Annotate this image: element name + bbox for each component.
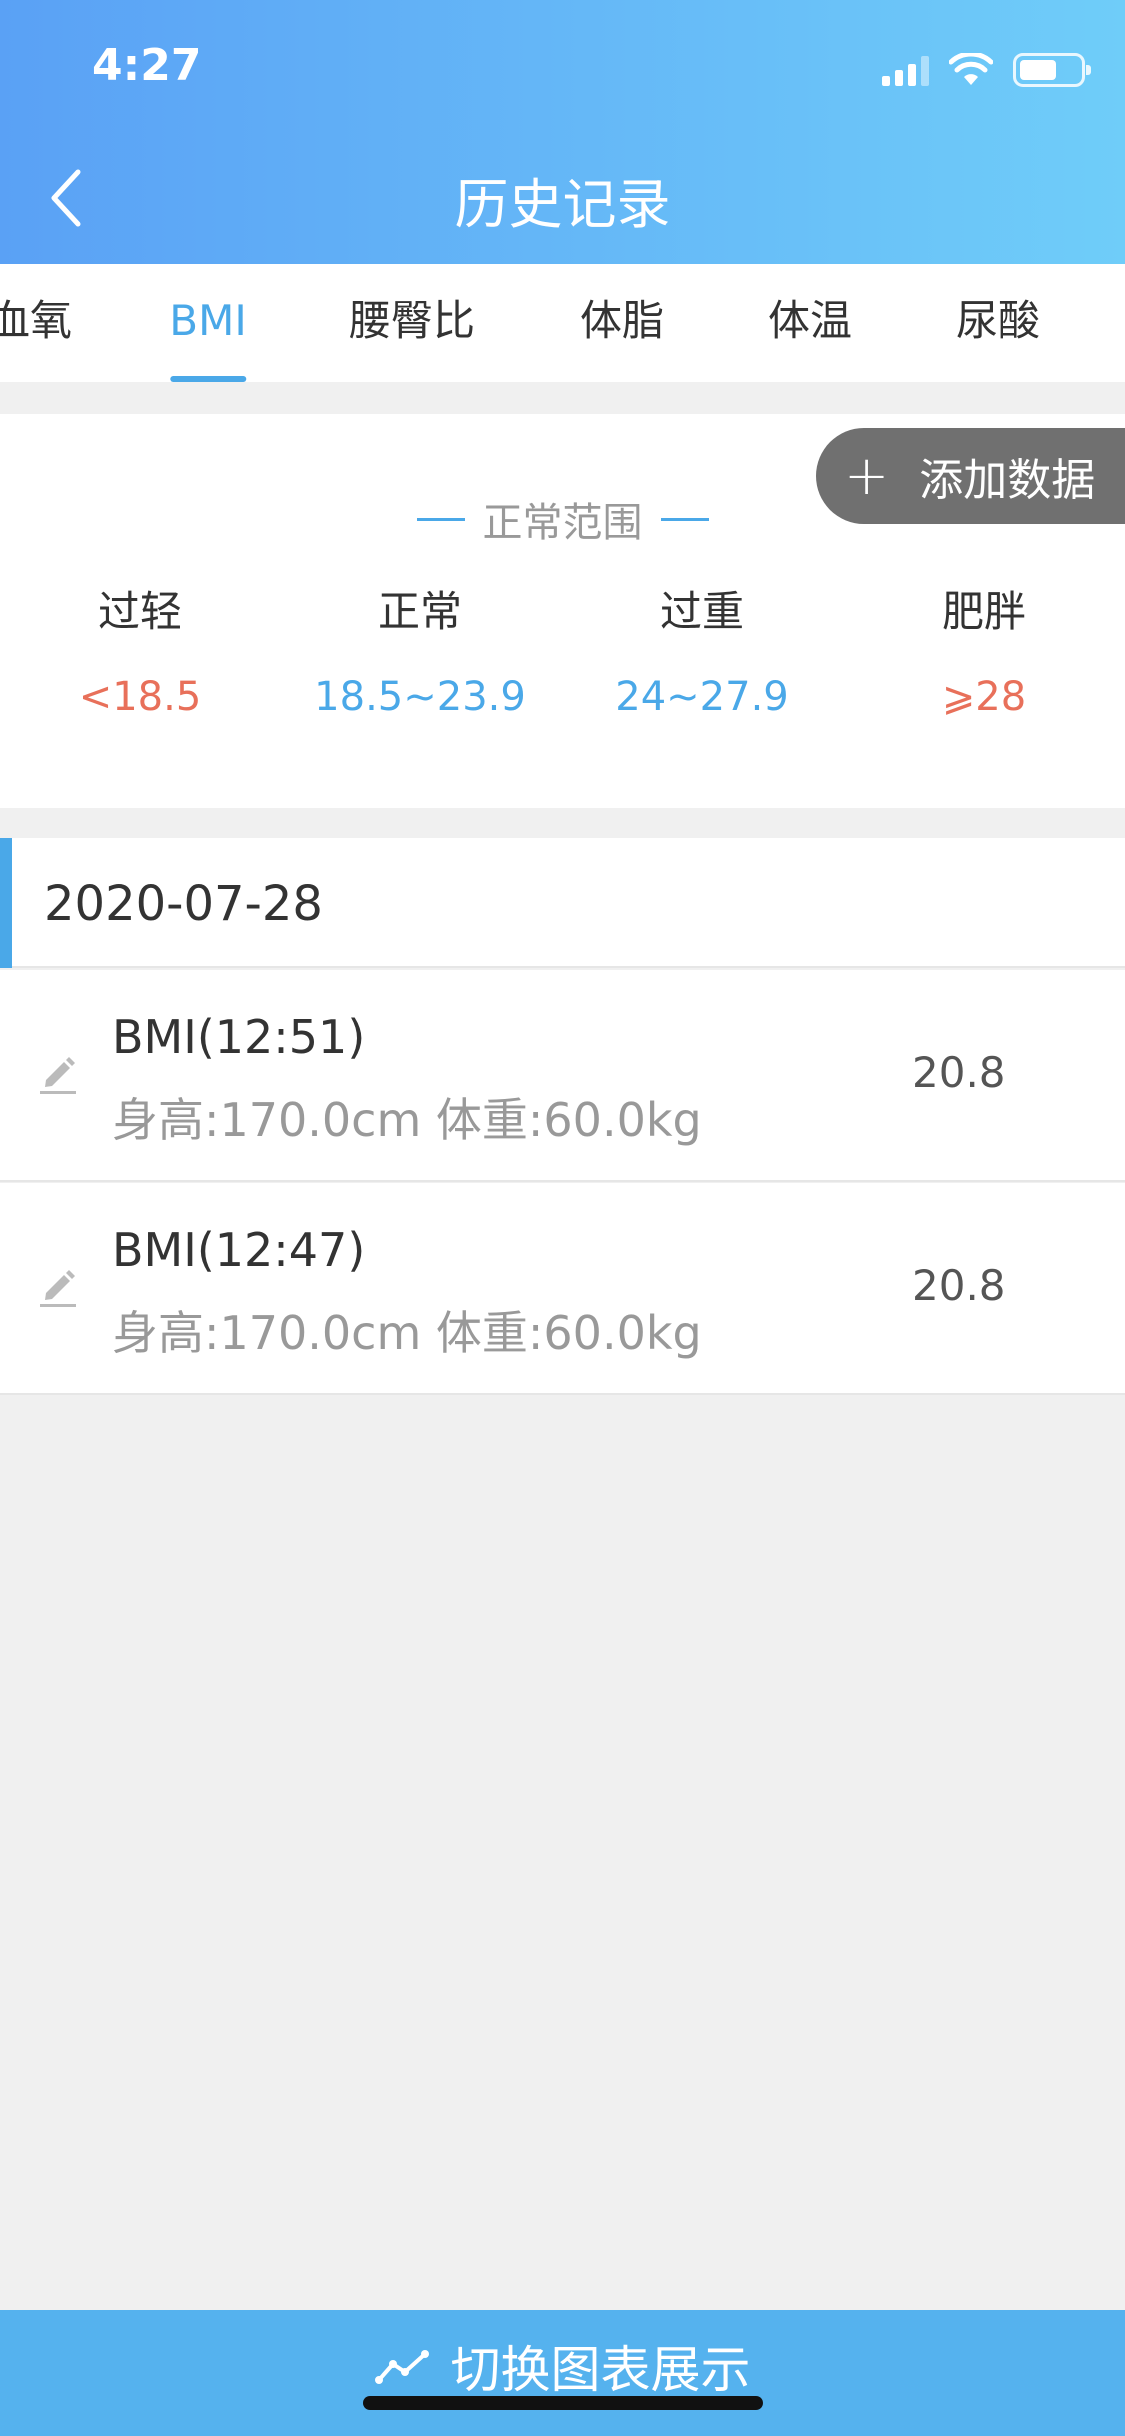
edit-icon[interactable] <box>38 1050 80 1096</box>
tab-blood-oxygen[interactable]: 血氧 <box>0 264 72 382</box>
record-date: 2020-07-28 <box>44 876 323 932</box>
range-value: 24~27.9 <box>615 674 789 720</box>
range-title-text: 正常范围 <box>482 500 643 546</box>
tab-bmi[interactable]: BMI <box>169 264 247 382</box>
status-time: 4:27 <box>92 40 202 91</box>
tab-waist-hip-ratio[interactable]: 腰臀比 <box>349 264 475 382</box>
active-tab-indicator <box>170 376 246 382</box>
range-value: <18.5 <box>78 674 202 720</box>
wifi-icon <box>949 53 993 85</box>
tab-bmi-label: BMI <box>169 296 247 345</box>
date-section-header: 2020-07-28 <box>0 838 1125 968</box>
line-chart-icon <box>374 2350 429 2384</box>
battery-icon <box>1013 53 1091 87</box>
divider <box>660 517 709 521</box>
tab-body-temperature[interactable]: 体温 <box>768 264 852 382</box>
record-row[interactable]: BMI(12:47) 身高:170.0cm 体重:60.0kg 20.8 <box>0 1183 1125 1395</box>
status-icons <box>882 50 1091 90</box>
record-row[interactable]: BMI(12:51) 身高:170.0cm 体重:60.0kg 20.8 <box>0 970 1125 1182</box>
range-value: 18.5~23.9 <box>314 674 526 720</box>
switch-chart-view-button[interactable]: 切换图表展示 <box>0 2310 1125 2436</box>
edit-icon[interactable] <box>38 1263 80 1309</box>
screen: 4:27 历史记录 血氧 BMI 腰臀比 体脂 体温 尿酸 + 添加数据 正常范… <box>0 0 1125 2436</box>
record-detail: 身高:170.0cm 体重:60.0kg <box>112 1306 702 1360</box>
tab-body-fat[interactable]: 体脂 <box>580 264 664 382</box>
record-title: BMI(12:47) <box>112 1223 366 1277</box>
range-item-normal: 正常 18.5~23.9 <box>280 578 560 738</box>
record-detail: 身高:170.0cm 体重:60.0kg <box>112 1093 702 1147</box>
page-title: 历史记录 <box>454 173 671 236</box>
date-accent-bar <box>0 838 12 968</box>
divider <box>416 517 465 521</box>
range-label: 过轻 <box>97 587 182 636</box>
home-indicator <box>363 2396 763 2410</box>
category-tabs: 血氧 BMI 腰臀比 体脂 体温 尿酸 <box>0 264 1125 382</box>
cellular-signal-icon <box>882 54 929 86</box>
switch-chart-view-label: 切换图表展示 <box>450 2341 751 2399</box>
range-value: ⩾28 <box>941 674 1027 720</box>
header: 4:27 历史记录 <box>0 0 1125 264</box>
range-item-overweight: 过重 24~27.9 <box>562 578 842 738</box>
record-title: BMI(12:51) <box>112 1010 366 1064</box>
range-label: 过重 <box>659 587 744 636</box>
range-label: 肥胖 <box>941 587 1026 636</box>
add-data-label: 添加数据 <box>919 455 1096 506</box>
range-label: 正常 <box>377 587 462 636</box>
record-value: 20.8 <box>912 1261 1006 1310</box>
tab-uric-acid[interactable]: 尿酸 <box>956 264 1040 382</box>
range-item-obese: 肥胖 ⩾28 <box>844 578 1124 738</box>
add-data-button[interactable]: + 添加数据 <box>816 428 1125 524</box>
range-item-underweight: 过轻 <18.5 <box>0 578 280 738</box>
plus-icon: + <box>844 444 890 507</box>
record-value: 20.8 <box>912 1048 1006 1097</box>
